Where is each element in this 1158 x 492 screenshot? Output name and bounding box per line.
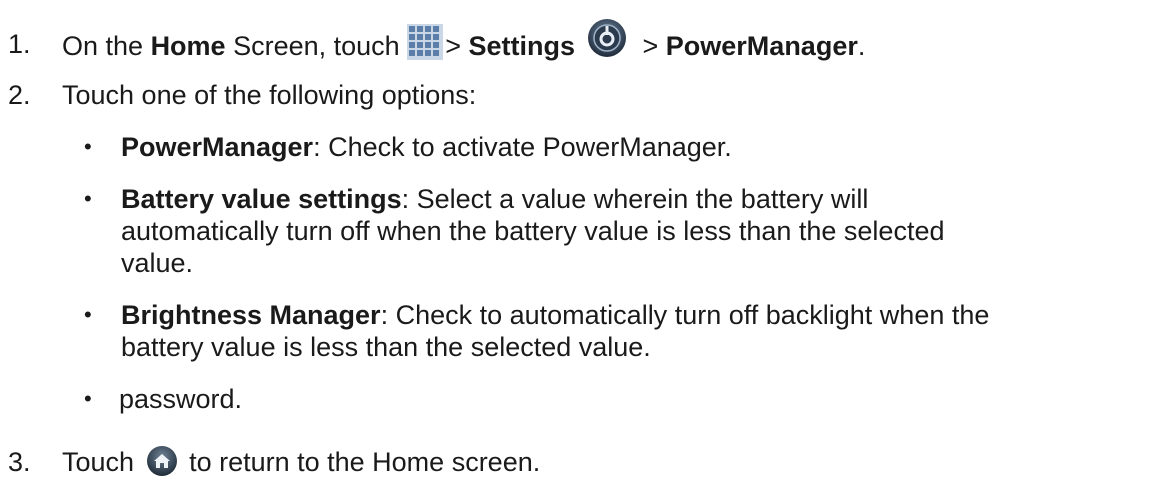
- step-1-sep-1: >: [445, 31, 469, 62]
- bullet: •: [84, 386, 92, 411]
- step-3-text-b: to return to the Home screen.: [181, 447, 541, 477]
- option-3-line-2: battery value is less than the selected …: [121, 332, 651, 362]
- step-1-number: 1.: [8, 29, 31, 59]
- option-2-line-3: value.: [121, 248, 194, 278]
- option-3-title: Brightness Manager: [121, 300, 381, 330]
- step-1-sep-2: >: [642, 31, 666, 62]
- step-3-content: Touch to return to the Home screen.: [62, 445, 541, 480]
- option-2-title: Battery value settings: [121, 184, 402, 214]
- settings-gear-icon: [587, 18, 627, 58]
- option-1-content: PowerManager: Check to activate PowerMan…: [121, 131, 732, 163]
- step-3-text-a: Touch: [62, 447, 142, 477]
- apps-grid-icon: [407, 24, 444, 60]
- option-1-title: PowerManager: [121, 132, 314, 162]
- home-icon: [146, 445, 178, 477]
- bullet: •: [84, 134, 92, 159]
- step-2-number: 2.: [8, 80, 31, 110]
- option-3-line-1: : Check to automatically turn off backli…: [380, 300, 990, 330]
- step-3-number: 3.: [8, 447, 31, 477]
- powermanager-label: PowerManager: [665, 31, 858, 62]
- step-1-content: On the Home Screen, touch > Settings > P…: [62, 19, 866, 68]
- option-1-line-1: : Check to activate PowerManager.: [313, 132, 732, 162]
- instruction-document: 1. On the Home Screen, touch > Settings: [0, 0, 1158, 492]
- bullet: •: [84, 302, 92, 327]
- option-3-content: Brightness Manager: Check to automatical…: [121, 299, 989, 331]
- step-1-period: .: [857, 31, 866, 62]
- option-2-line-2: automatically turn off when the battery …: [121, 216, 945, 246]
- step-2-text: Touch one of the following options:: [62, 80, 477, 110]
- option-2-content: Battery value settings: Select a value w…: [121, 183, 868, 215]
- step-1-text-a: On the: [62, 31, 151, 62]
- option-2-line-1: : Select a value wherein the battery wil…: [401, 184, 869, 214]
- option-4-line-1: password.: [119, 384, 243, 414]
- settings-label: Settings: [468, 31, 575, 62]
- home-label: Home: [150, 31, 226, 62]
- bullet: •: [84, 186, 92, 211]
- step-1-text-b: Screen, touch: [225, 31, 408, 62]
